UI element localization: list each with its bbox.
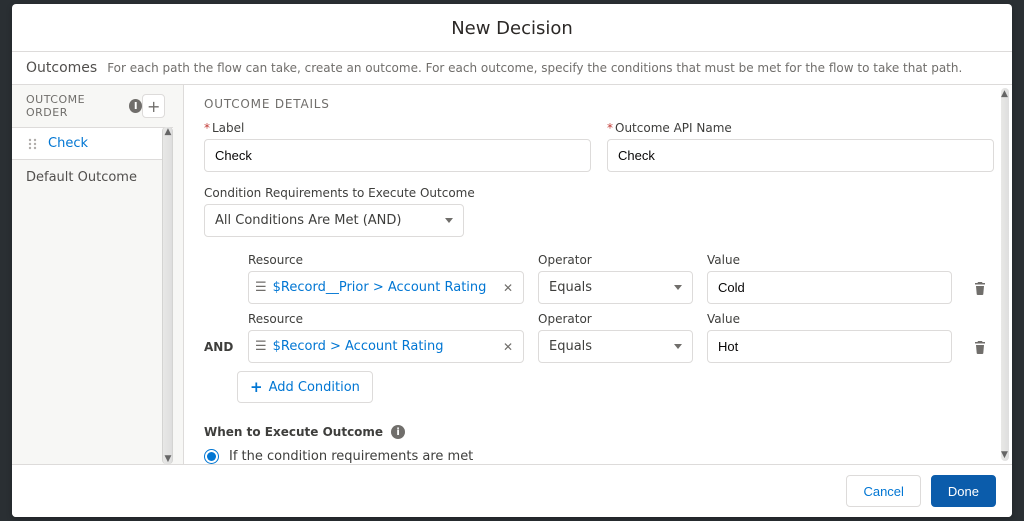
condition-req-value: All Conditions Are Met (AND) bbox=[215, 213, 402, 228]
sidebar-scroll[interactable]: ▲ Check Default Outcome ▼ bbox=[12, 127, 173, 464]
plus-icon: + bbox=[250, 378, 263, 396]
api-name-field-label: Outcome API Name bbox=[615, 121, 732, 135]
add-outcome-button[interactable]: + bbox=[142, 94, 165, 118]
chevron-down-icon bbox=[674, 285, 682, 290]
outcomes-hint: For each path the flow can take, create … bbox=[107, 61, 962, 75]
modal-header: New Decision bbox=[12, 4, 1012, 52]
outcomes-subheader: Outcomes For each path the flow can take… bbox=[12, 52, 1012, 85]
operator-value-2: Equals bbox=[549, 339, 592, 354]
done-button[interactable]: Done bbox=[931, 475, 996, 507]
radio-label-1: If the condition requirements are met bbox=[229, 449, 473, 464]
record-icon: ☰ bbox=[255, 281, 267, 294]
outcomes-title: Outcomes bbox=[26, 60, 97, 76]
clear-resource-2[interactable]: ✕ bbox=[499, 340, 517, 354]
drag-handle-icon[interactable] bbox=[26, 137, 40, 151]
execute-outcome-label: When to Execute Outcome bbox=[204, 425, 383, 439]
value-input-1[interactable] bbox=[707, 271, 952, 304]
main-scroll-down-icon[interactable]: ▼ bbox=[1001, 450, 1008, 460]
modal-footer: Cancel Done bbox=[12, 464, 1012, 517]
modal-title: New Decision bbox=[12, 18, 1012, 39]
main-scroll-up-icon[interactable]: ▲ bbox=[1001, 89, 1008, 99]
scroll-up-icon[interactable]: ▲ bbox=[164, 127, 172, 137]
scroll-down-icon[interactable]: ▼ bbox=[164, 454, 172, 464]
operator-combo-1[interactable]: Equals bbox=[538, 271, 693, 304]
decision-modal: New Decision Outcomes For each path the … bbox=[12, 4, 1012, 517]
resource-value-2: $Record > Account Rating bbox=[273, 339, 493, 354]
and-connector: AND bbox=[204, 340, 234, 363]
details-section-header: OUTCOME DETAILS bbox=[204, 97, 994, 111]
execute-radio-1[interactable]: If the condition requirements are met bbox=[204, 449, 994, 464]
delete-condition-2[interactable] bbox=[966, 330, 994, 363]
info-icon[interactable]: i bbox=[129, 99, 142, 113]
resource-input-2[interactable]: ☰ $Record > Account Rating ✕ bbox=[248, 330, 524, 363]
operator-value-1: Equals bbox=[549, 280, 592, 295]
delete-condition-1[interactable] bbox=[966, 271, 994, 304]
operator-combo-2[interactable]: Equals bbox=[538, 330, 693, 363]
resource-value-1: $Record__Prior > Account Rating bbox=[273, 280, 493, 295]
value-input-2[interactable] bbox=[707, 330, 952, 363]
value-col-header-2: Value bbox=[707, 312, 952, 326]
info-icon[interactable]: i bbox=[391, 425, 405, 439]
resource-col-header-2: Resource bbox=[248, 312, 524, 326]
condition-req-label: Condition Requirements to Execute Outcom… bbox=[204, 186, 994, 200]
condition-req-combo[interactable]: All Conditions Are Met (AND) bbox=[204, 204, 464, 237]
sidebar-header: OUTCOME ORDER i + bbox=[12, 85, 173, 127]
api-name-input[interactable] bbox=[607, 139, 994, 172]
record-icon: ☰ bbox=[255, 340, 267, 353]
chevron-down-icon bbox=[674, 344, 682, 349]
label-input[interactable] bbox=[204, 139, 591, 172]
radio-icon-checked[interactable] bbox=[204, 449, 219, 464]
sidebar-item-default[interactable]: Default Outcome bbox=[12, 160, 173, 195]
chevron-down-icon bbox=[445, 218, 453, 223]
sidebar-item-label: Check bbox=[48, 136, 88, 151]
label-field-label: Label bbox=[212, 121, 244, 135]
sidebar-item-check[interactable]: Check bbox=[12, 127, 173, 160]
add-condition-label: Add Condition bbox=[269, 380, 360, 395]
add-condition-button[interactable]: + Add Condition bbox=[237, 371, 373, 403]
operator-col-header: Operator bbox=[538, 253, 693, 267]
resource-input-1[interactable]: ☰ $Record__Prior > Account Rating ✕ bbox=[248, 271, 524, 304]
outcome-details-panel: ▲ OUTCOME DETAILS *Label *Outcome API Na… bbox=[184, 85, 1012, 464]
operator-col-header-2: Operator bbox=[538, 312, 693, 326]
clear-resource-1[interactable]: ✕ bbox=[499, 281, 517, 295]
cancel-button[interactable]: Cancel bbox=[846, 475, 920, 507]
value-col-header: Value bbox=[707, 253, 952, 267]
resource-col-header: Resource bbox=[248, 253, 524, 267]
outcome-sidebar: OUTCOME ORDER i + ▲ Check Default Outcom… bbox=[12, 85, 184, 464]
outcome-order-label: OUTCOME ORDER bbox=[26, 93, 123, 119]
